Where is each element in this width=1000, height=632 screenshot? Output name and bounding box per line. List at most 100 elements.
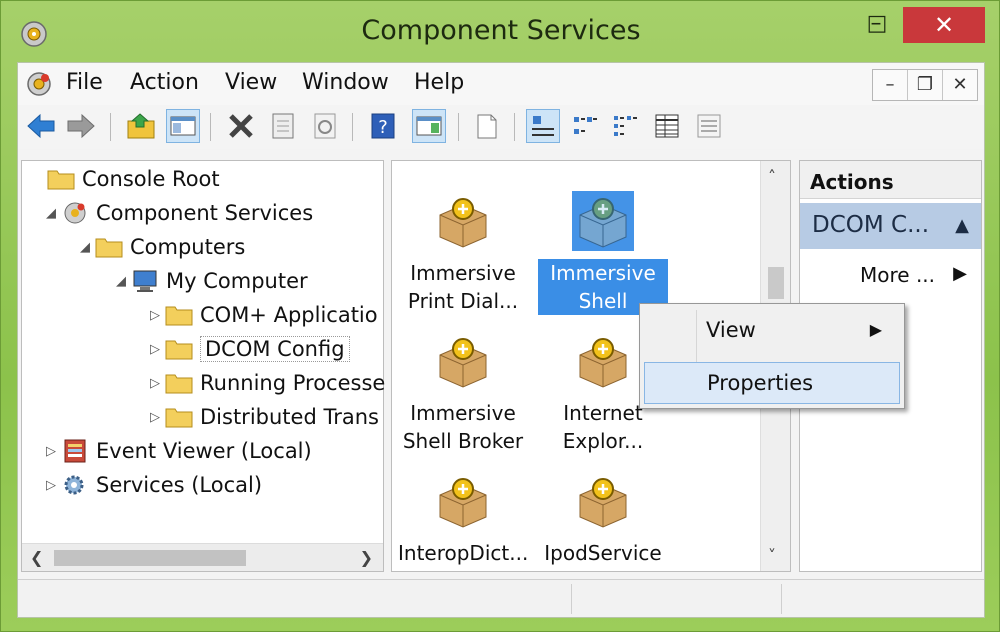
component-label: Explor... [562, 429, 644, 453]
context-menu-label: View [706, 318, 756, 342]
menu-file[interactable]: File [62, 70, 107, 95]
more-actions-link[interactable]: More ... [860, 263, 935, 287]
component-box-icon [572, 191, 634, 251]
expand-arrow-icon[interactable]: ▷ [42, 444, 60, 459]
delete-icon [229, 114, 253, 138]
maximize-button[interactable]: □ [857, 7, 897, 41]
status-bar [18, 579, 984, 617]
mdi-restore-button[interactable]: ❐ [907, 70, 942, 100]
menu-help[interactable]: Help [410, 70, 468, 95]
folder-icon [165, 374, 193, 394]
submenu-arrow-icon: ▶ [869, 320, 882, 339]
submenu-arrow-icon[interactable]: ▶ [953, 263, 967, 284]
component-item[interactable]: InteropDict... [398, 471, 528, 567]
scroll-up-icon[interactable]: ˄ [768, 167, 776, 186]
scroll-right-icon[interactable]: ❯ [360, 548, 373, 567]
component-label: Immersive [410, 401, 516, 425]
tree-item-console-root[interactable]: Console Root [28, 163, 220, 195]
scrollbar-thumb[interactable] [768, 267, 784, 299]
toolbar: ? [18, 105, 984, 149]
status-cell [572, 584, 782, 614]
close-button[interactable]: ✕ [903, 7, 985, 43]
component-label: Shell Broker [402, 429, 524, 453]
help-icon: ? [371, 113, 395, 139]
component-item-selected[interactable]: Immersive Shell [538, 191, 668, 315]
window-title: Component Services [361, 15, 641, 46]
tree-item-component-services[interactable]: ◢ Component Services [42, 197, 313, 229]
collapse-triangle-icon[interactable]: ▲ [955, 215, 969, 236]
delete-button[interactable] [224, 109, 258, 143]
tree-item-event-viewer[interactable]: ▷ Event Viewer (Local) [42, 435, 312, 467]
status-view-button[interactable] [692, 109, 726, 143]
console-tree[interactable]: Console Root ◢ Component Services ◢ Comp… [21, 160, 385, 572]
tree-item-running-processes[interactable]: ▷ Running Processe [146, 367, 385, 399]
context-menu-label: Properties [707, 371, 814, 395]
toolbar-separator [514, 113, 515, 141]
scrollbar-thumb[interactable] [54, 550, 246, 566]
scroll-left-icon[interactable]: ❮ [30, 548, 43, 567]
menu-bar: File Action View Window Help – ❐ ✕ [18, 63, 984, 105]
tree-item-my-computer[interactable]: ◢ My Computer [112, 265, 308, 297]
scroll-down-icon[interactable]: ˅ [768, 546, 776, 565]
help-button[interactable]: ? [366, 109, 400, 143]
mdi-controls: – ❐ ✕ [872, 69, 978, 101]
component-item[interactable]: Immersive Shell Broker [398, 331, 528, 455]
tree-item-label: Distributed Trans [200, 405, 379, 429]
mdi-close-button[interactable]: ✕ [942, 70, 977, 100]
app-menu-icon[interactable] [24, 69, 54, 99]
properties-button[interactable] [266, 109, 300, 143]
app-window: Component Services – □ ✕ File Action Vie… [0, 0, 1000, 632]
component-item[interactable]: Immersive Print Dial... [398, 191, 528, 315]
collapse-arrow-icon[interactable]: ◢ [42, 206, 60, 221]
forward-button[interactable] [64, 109, 98, 143]
tree-item-label: Computers [130, 235, 246, 259]
tree-item-services[interactable]: ▷ Services (Local) [42, 469, 262, 501]
show-action-pane-button[interactable] [412, 109, 446, 143]
tree-item-label: Services (Local) [96, 473, 263, 497]
folder-icon [165, 340, 193, 360]
tree-item-label: Event Viewer (Local) [96, 439, 312, 463]
expand-arrow-icon[interactable]: ▷ [146, 376, 164, 391]
large-icons-view-button[interactable] [526, 109, 560, 143]
toolbar-separator [458, 113, 459, 141]
status-view-icon [697, 114, 721, 138]
collapse-arrow-icon[interactable]: ◢ [76, 240, 94, 255]
mdi-minimize-button[interactable]: – [873, 70, 907, 100]
detail-view-button[interactable] [650, 109, 684, 143]
refresh-button[interactable] [308, 109, 342, 143]
list-view-button[interactable] [608, 109, 642, 143]
tree-item-com-applications[interactable]: ▷ COM+ Applicatio [146, 299, 378, 331]
tree-item-computers[interactable]: ◢ Computers [76, 231, 245, 263]
small-icons-view-button[interactable] [568, 109, 602, 143]
services-gear-icon [64, 475, 84, 495]
tree-item-distributed-transaction[interactable]: ▷ Distributed Trans [146, 401, 379, 433]
context-menu-properties[interactable]: Properties [644, 362, 900, 404]
horizontal-scrollbar[interactable]: ❮ ❯ [22, 543, 383, 571]
component-label: Immersive [410, 261, 516, 285]
show-action-pane-icon [416, 116, 442, 136]
expand-arrow-icon[interactable]: ▷ [146, 308, 164, 323]
actions-section-label: DCOM C... [812, 212, 930, 238]
new-button[interactable] [470, 109, 504, 143]
menu-action[interactable]: Action [126, 70, 203, 95]
expand-arrow-icon[interactable]: ▷ [146, 342, 164, 357]
component-box-icon [579, 338, 627, 388]
folder-icon [165, 408, 193, 428]
actions-section-dcom[interactable]: DCOM C... ▲ [800, 203, 981, 249]
back-button[interactable] [24, 109, 58, 143]
show-hide-tree-button[interactable] [166, 109, 200, 143]
component-label: InteropDict... [398, 541, 529, 565]
expand-arrow-icon[interactable]: ▷ [146, 410, 164, 425]
event-viewer-icon [64, 439, 86, 463]
context-menu-view[interactable]: View ▶ [644, 310, 900, 352]
expand-arrow-icon[interactable]: ▷ [42, 478, 60, 493]
up-one-level-button[interactable] [124, 109, 158, 143]
menu-view[interactable]: View [221, 70, 281, 95]
context-menu: View ▶ Properties [639, 303, 905, 409]
title-bar[interactable]: Component Services – □ ✕ [1, 1, 1000, 61]
tree-item-dcom-config[interactable]: ▷ DCOM Config [146, 333, 350, 365]
collapse-arrow-icon[interactable]: ◢ [112, 274, 130, 289]
component-item[interactable]: IpodService [538, 471, 668, 567]
menu-window[interactable]: Window [298, 70, 393, 95]
properties-icon [272, 113, 294, 139]
